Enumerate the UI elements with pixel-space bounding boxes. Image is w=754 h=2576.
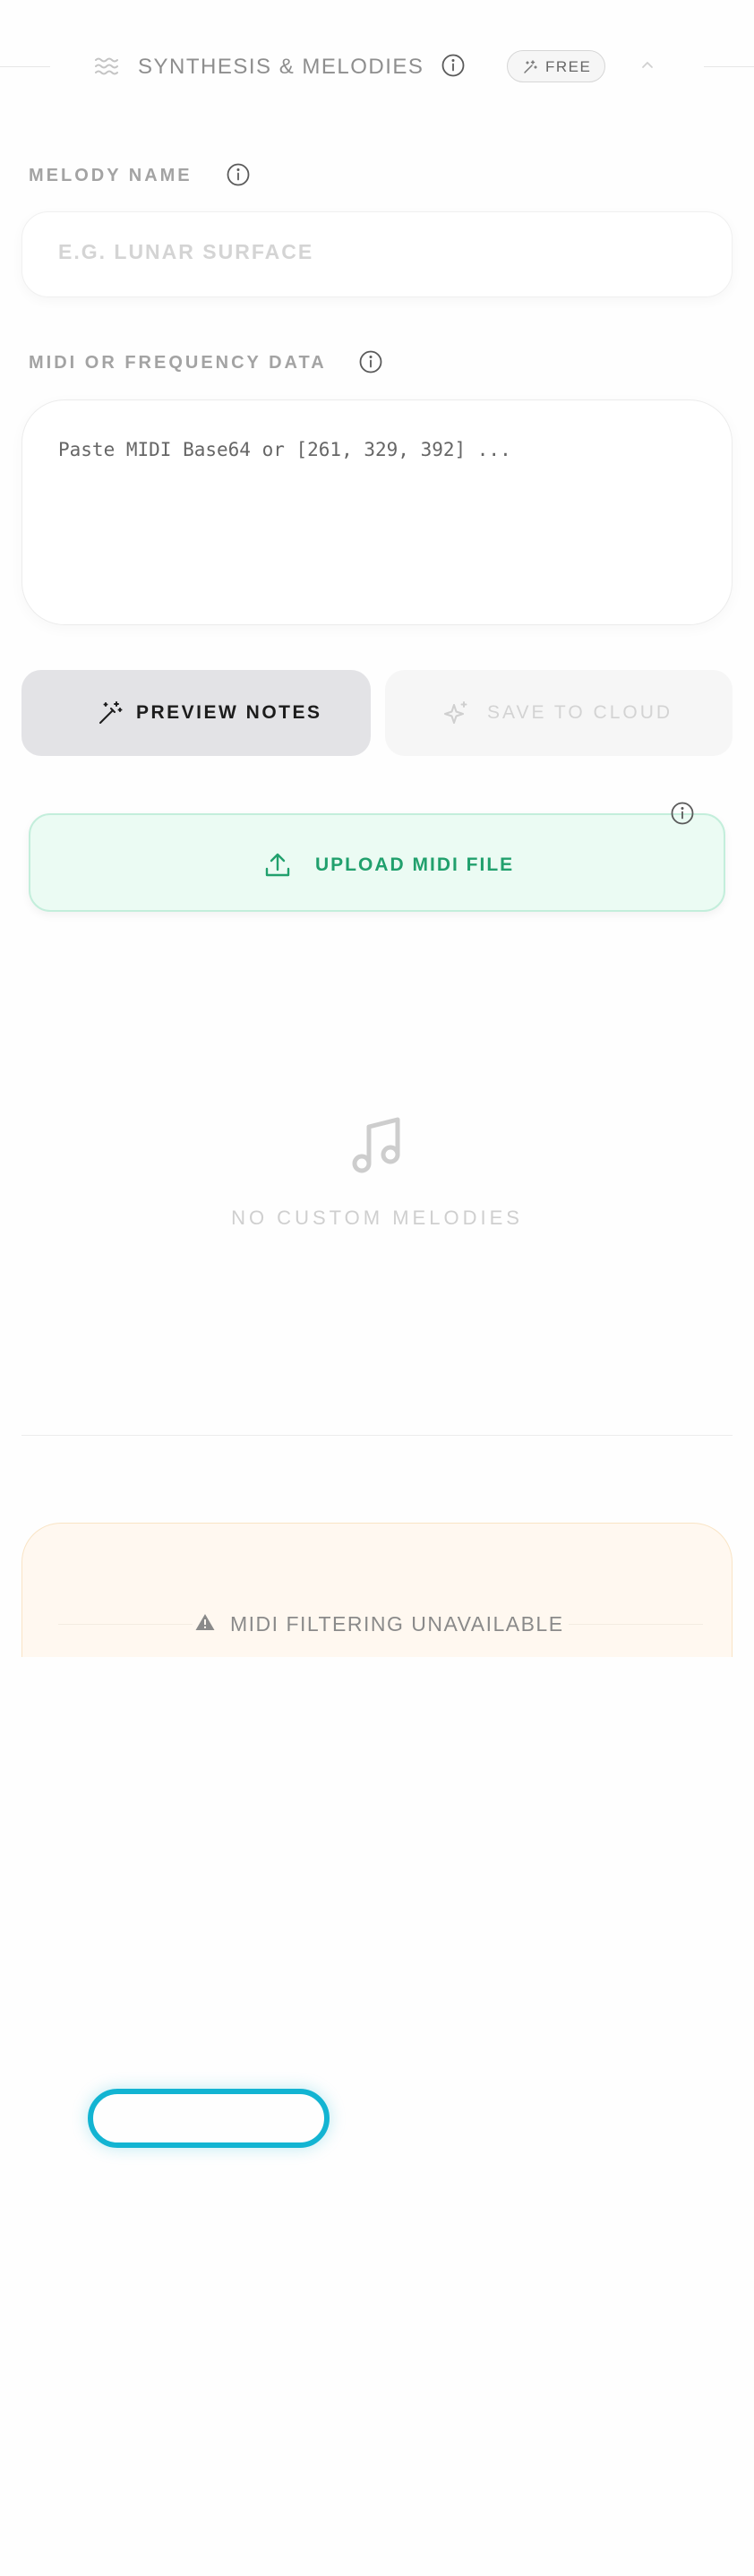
header-divider-left [0,66,50,67]
melody-name-label: MELODY NAME [29,166,193,185]
waves-icon [95,57,118,75]
midi-data-textarea[interactable] [58,436,698,597]
melody-name-field [21,211,733,297]
section-divider [21,1435,733,1436]
preview-notes-button[interactable]: PREVIEW NOTES [21,670,371,756]
midi-data-field [21,399,733,625]
midi-data-label: MIDI OR FREQUENCY DATA [29,353,327,373]
empty-state-text: NO CUSTOM MELODIES [231,1206,523,1229]
info-icon[interactable] [441,53,466,78]
upload-midi-button[interactable]: UPLOAD MIDI FILE [29,813,725,912]
upload-icon [265,853,290,877]
warning-triangle-icon [195,1614,215,1630]
music-note-icon [352,1117,400,1173]
save-to-cloud-label: SAVE TO CLOUD [487,702,673,723]
warning-divider-left [58,1624,193,1625]
focused-control[interactable] [88,2089,330,2148]
upload-midi-label: UPLOAD MIDI FILE [315,854,515,875]
preview-notes-label: PREVIEW NOTES [136,702,322,723]
plan-badge: FREE [507,50,605,82]
sparkles-icon [444,701,467,724]
sparkle-icon [524,60,537,73]
header-divider-right [704,66,754,67]
midi-filtering-panel: MIDI FILTERING UNAVAILABLE [21,1523,733,1657]
section-title: SYNTHESIS & MELODIES [138,55,424,79]
section-header: SYNTHESIS & MELODIES FREE [0,47,754,86]
midi-filtering-warning: MIDI FILTERING UNAVAILABLE [230,1612,564,1636]
save-to-cloud-button[interactable]: SAVE TO CLOUD [385,670,733,756]
chevron-up-icon[interactable] [638,56,657,75]
melody-name-input[interactable] [58,232,703,271]
magic-wand-icon [99,701,123,724]
info-icon[interactable] [226,162,251,187]
warning-divider-right [569,1624,703,1625]
info-icon[interactable] [358,349,383,374]
info-icon[interactable] [670,801,695,826]
badge-label: FREE [545,58,592,75]
